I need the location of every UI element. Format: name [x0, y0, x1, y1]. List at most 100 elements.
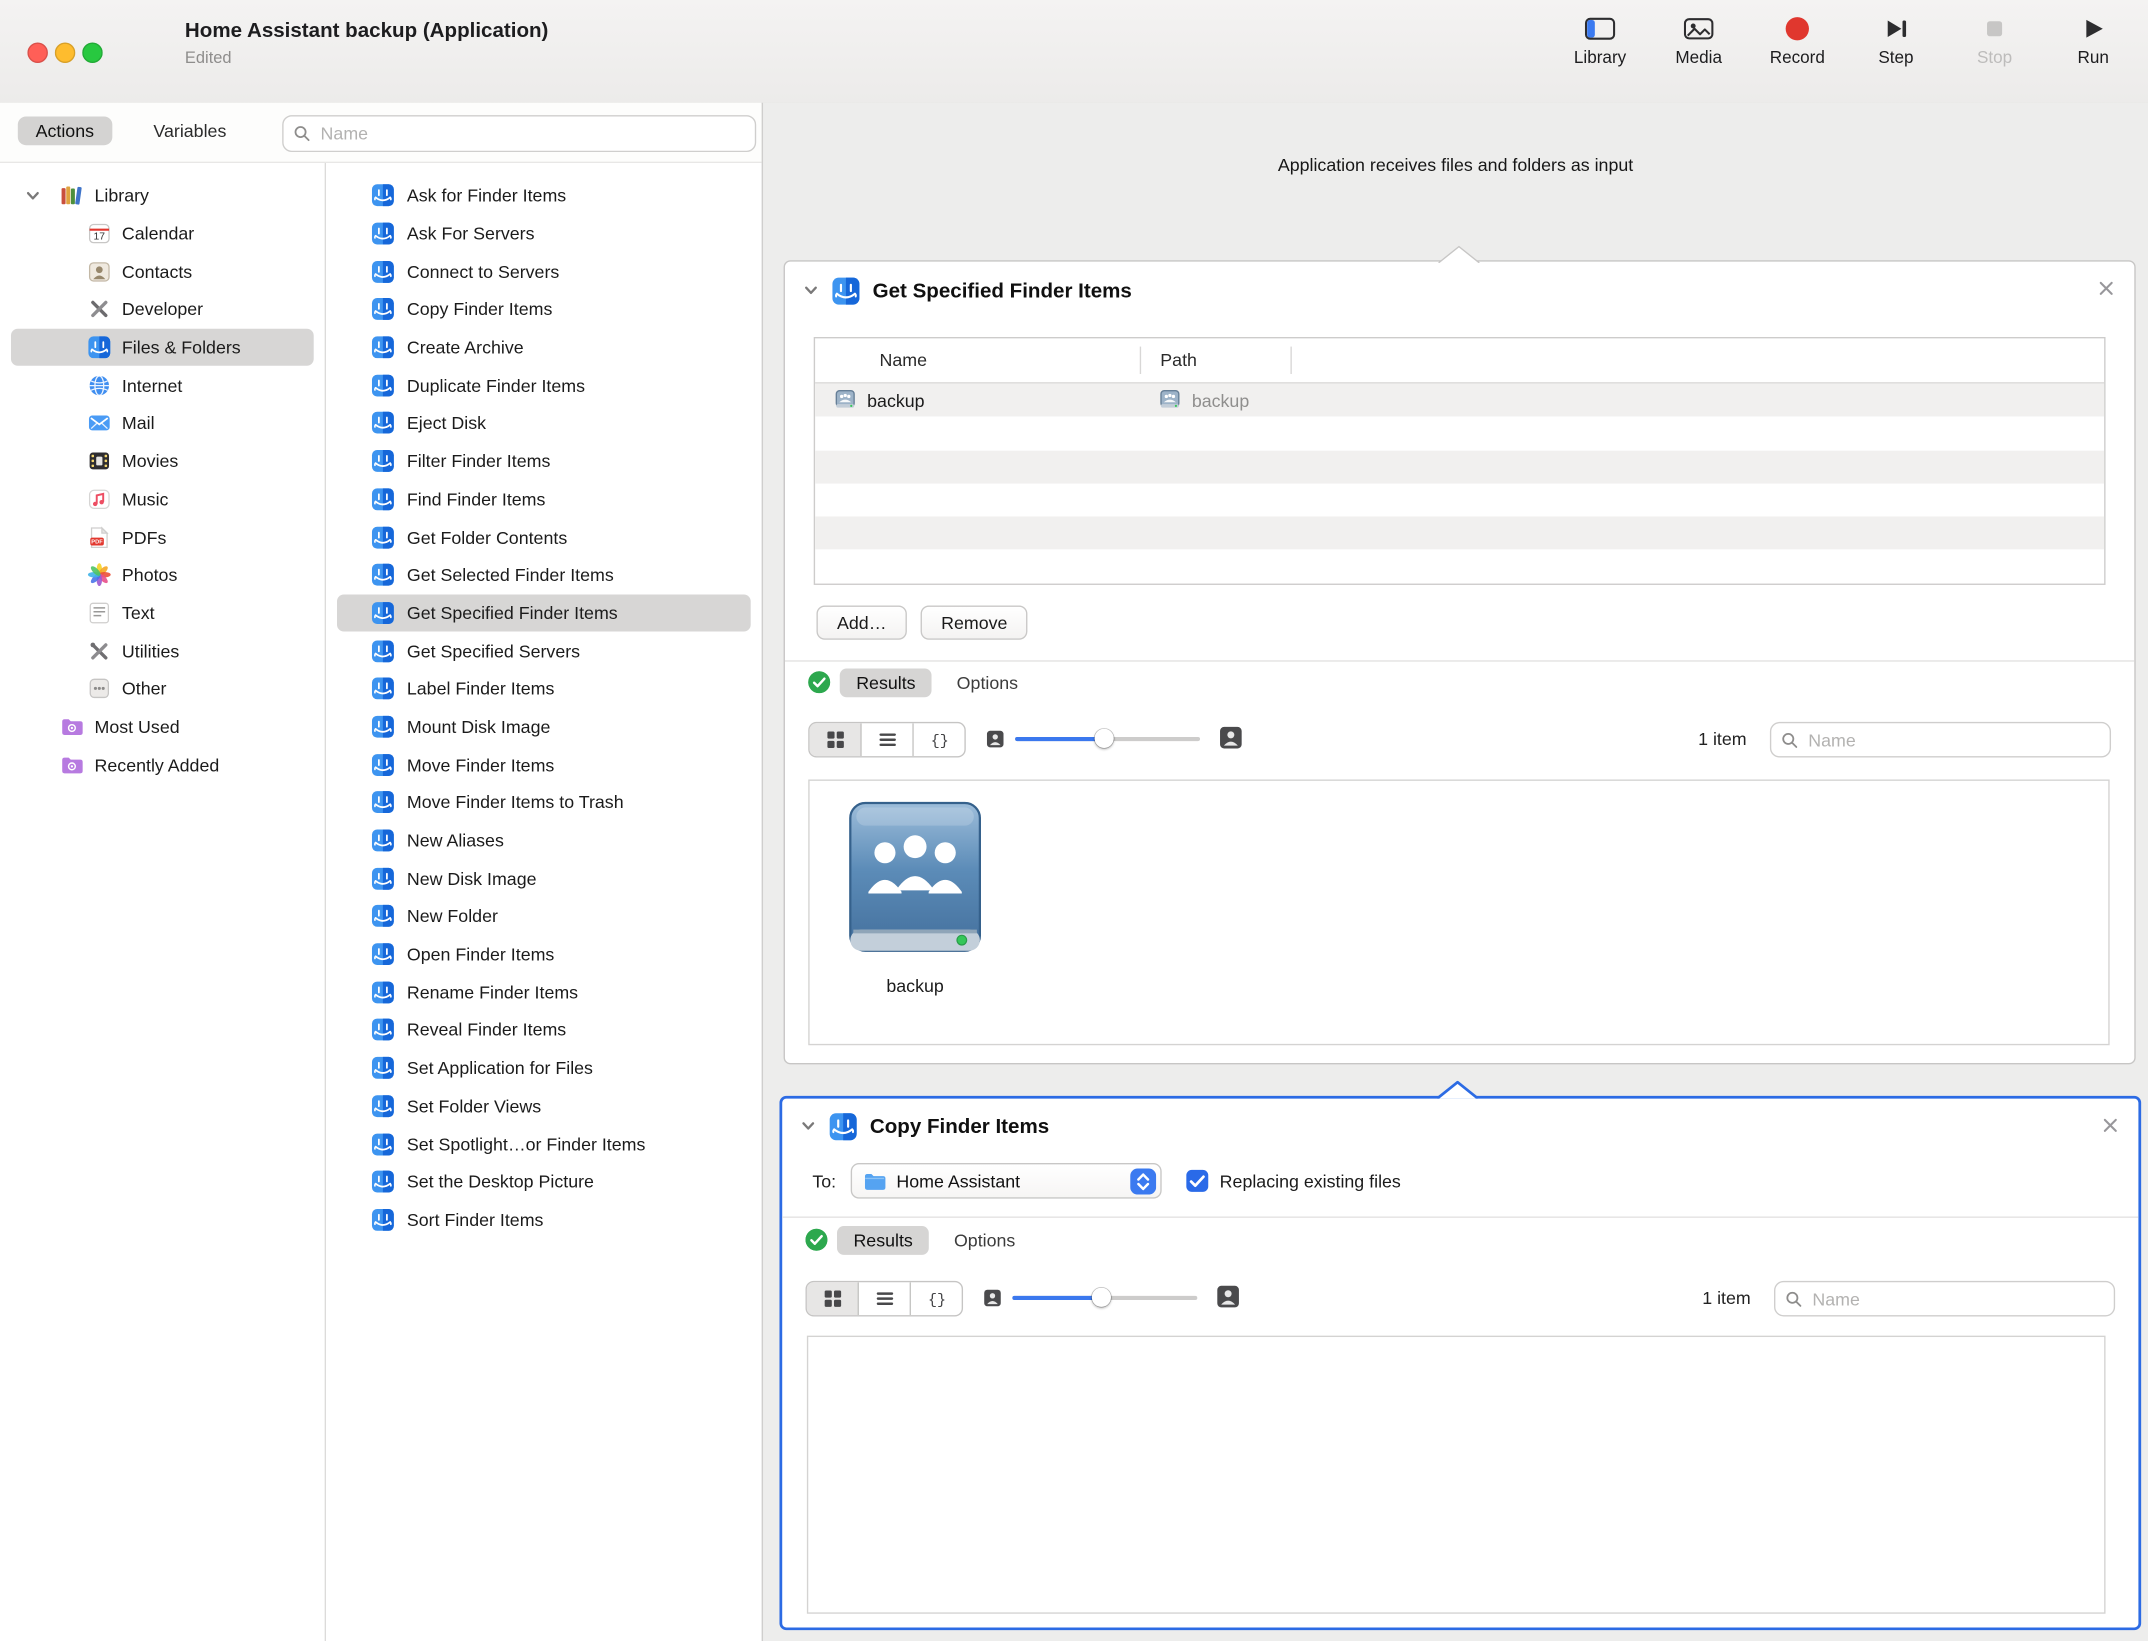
chevron-down-icon[interactable] — [25, 187, 41, 203]
chevron-down-icon[interactable] — [800, 1118, 816, 1134]
action-item-move-finder-items-to-trash[interactable]: Move Finder Items to Trash — [337, 784, 751, 822]
traffic-close-button[interactable] — [27, 42, 48, 63]
sidebar-item-pdfs[interactable]: PDFPDFs — [11, 518, 314, 556]
tab-results[interactable]: Results — [840, 668, 932, 697]
tab-variables[interactable]: Variables — [153, 121, 226, 142]
action-item-set-application-for-files[interactable]: Set Application for Files — [337, 1049, 751, 1087]
sidebar-item-internet[interactable]: Internet — [11, 366, 314, 404]
traffic-zoom-button[interactable] — [82, 42, 103, 63]
results-search-input[interactable] — [1810, 1287, 2114, 1310]
action-item-eject-disk[interactable]: Eject Disk — [337, 404, 751, 442]
step-icon — [1880, 14, 1913, 44]
run-toolbar-button[interactable]: Run — [2063, 14, 2123, 67]
table-row[interactable]: backupbackup — [815, 384, 2104, 417]
icon-view-button[interactable] — [810, 723, 862, 756]
thumbnail-size-slider[interactable] — [1012, 1281, 1197, 1314]
add-button[interactable]: Add… — [816, 605, 907, 639]
action-item-set-spotlight-or-finder-items[interactable]: Set Spotlight…or Finder Items — [337, 1125, 751, 1163]
library-icon — [1584, 14, 1617, 44]
thumbnail-size-slider[interactable] — [1015, 722, 1200, 755]
calendar-icon: 17 — [88, 222, 111, 245]
action-item-ask-for-finder-items[interactable]: Ask for Finder Items — [337, 177, 751, 215]
record-toolbar-button[interactable]: Record — [1767, 14, 1827, 67]
action-item-sort-finder-items[interactable]: Sort Finder Items — [337, 1201, 751, 1239]
action-item-set-folder-views[interactable]: Set Folder Views — [337, 1087, 751, 1125]
action-item-open-finder-items[interactable]: Open Finder Items — [337, 935, 751, 973]
braces-view-button[interactable]: {} — [914, 723, 965, 756]
sidebar-item-calendar[interactable]: 17Calendar — [11, 215, 314, 253]
icon-view-button[interactable] — [807, 1282, 859, 1315]
action-item-get-folder-contents[interactable]: Get Folder Contents — [337, 518, 751, 556]
action-item-get-specified-finder-items[interactable]: Get Specified Finder Items — [337, 594, 751, 632]
tab-actions[interactable]: Actions — [18, 116, 112, 145]
sidebar-item-recently-added[interactable]: Recently Added — [11, 746, 314, 784]
action-item-label: Ask for Finder Items — [407, 185, 566, 206]
step-toolbar-button[interactable]: Step — [1866, 14, 1926, 67]
item-count: 1 item — [1698, 729, 1747, 750]
finder-icon — [371, 222, 394, 245]
svg-text:{}: {} — [930, 732, 948, 749]
checkbox-label[interactable]: Replacing existing files — [1220, 1171, 1401, 1192]
tab-options[interactable]: Options — [957, 672, 1018, 693]
sidebar-item-other[interactable]: Other — [11, 670, 314, 708]
action-item-create-archive[interactable]: Create Archive — [337, 328, 751, 366]
action-item-reveal-finder-items[interactable]: Reveal Finder Items — [337, 1011, 751, 1049]
action-item-get-specified-servers[interactable]: Get Specified Servers — [337, 632, 751, 670]
action-item-label: New Disk Image — [407, 868, 537, 889]
action-item-move-finder-items[interactable]: Move Finder Items — [337, 746, 751, 784]
action-item-mount-disk-image[interactable]: Mount Disk Image — [337, 708, 751, 746]
action-item-connect-to-servers[interactable]: Connect to Servers — [337, 253, 751, 291]
results-bar: Results Options — [785, 662, 2134, 703]
replacing-existing-files-checkbox[interactable] — [1187, 1170, 1209, 1192]
sidebar-item-most-used[interactable]: Most Used — [11, 708, 314, 746]
list-view-button[interactable] — [862, 723, 914, 756]
slider-thumb[interactable] — [1094, 729, 1113, 748]
traffic-minimize-button[interactable] — [55, 42, 76, 63]
results-search-field[interactable] — [1774, 1281, 2115, 1317]
search-input[interactable] — [318, 122, 755, 145]
braces-view-button[interactable]: {} — [911, 1282, 962, 1315]
remove-button[interactable]: Remove — [921, 605, 1028, 639]
search-icon — [293, 125, 311, 143]
action-item-new-folder[interactable]: New Folder — [337, 897, 751, 935]
action-item-set-the-desktop-picture[interactable]: Set the Desktop Picture — [337, 1163, 751, 1201]
results-search-field[interactable] — [1770, 722, 2111, 758]
action-item-get-selected-finder-items[interactable]: Get Selected Finder Items — [337, 556, 751, 594]
sidebar-item-contacts[interactable]: Contacts — [11, 253, 314, 291]
action-item-label: Set Application for Files — [407, 1058, 593, 1079]
backup-file-item[interactable]: backup — [840, 800, 991, 996]
close-icon[interactable] — [2101, 1116, 2119, 1134]
action-item-find-finder-items[interactable]: Find Finder Items — [337, 480, 751, 518]
sidebar-item-developer[interactable]: Developer — [11, 291, 314, 329]
view-controls-bar: {} 1 item — [785, 722, 2134, 758]
action-item-copy-finder-items[interactable]: Copy Finder Items — [337, 291, 751, 329]
action-item-filter-finder-items[interactable]: Filter Finder Items — [337, 442, 751, 480]
slider-thumb[interactable] — [1092, 1288, 1111, 1307]
action-item-new-aliases[interactable]: New Aliases — [337, 822, 751, 860]
action-item-duplicate-finder-items[interactable]: Duplicate Finder Items — [337, 366, 751, 404]
sidebar-item-text[interactable]: Text — [11, 594, 314, 632]
destination-popup-button[interactable]: Home Assistant — [851, 1163, 1162, 1199]
action-item-new-disk-image[interactable]: New Disk Image — [337, 859, 751, 897]
action-item-label: Connect to Servers — [407, 261, 559, 282]
to-label: To: — [812, 1171, 836, 1192]
library-search-field[interactable] — [282, 115, 756, 152]
media-toolbar-button[interactable]: Media — [1669, 14, 1729, 67]
tab-results[interactable]: Results — [837, 1225, 929, 1254]
library-toolbar-button[interactable]: Library — [1570, 14, 1630, 67]
list-view-button[interactable] — [859, 1282, 911, 1315]
tab-options[interactable]: Options — [954, 1229, 1015, 1250]
chevron-down-icon[interactable] — [803, 282, 819, 298]
close-icon[interactable] — [2097, 279, 2115, 297]
action-item-rename-finder-items[interactable]: Rename Finder Items — [337, 973, 751, 1011]
sidebar-item-library[interactable]: Library — [11, 177, 314, 215]
action-item-ask-for-servers[interactable]: Ask For Servers — [337, 215, 751, 253]
sidebar-item-mail[interactable]: Mail — [11, 404, 314, 442]
results-search-input[interactable] — [1806, 728, 2110, 751]
action-item-label-finder-items[interactable]: Label Finder Items — [337, 670, 751, 708]
sidebar-item-movies[interactable]: Movies — [11, 442, 314, 480]
sidebar-item-utilities[interactable]: Utilities — [11, 632, 314, 670]
sidebar-item-files-folders[interactable]: Files & Folders — [11, 328, 314, 366]
sidebar-item-photos[interactable]: Photos — [11, 556, 314, 594]
sidebar-item-music[interactable]: Music — [11, 480, 314, 518]
